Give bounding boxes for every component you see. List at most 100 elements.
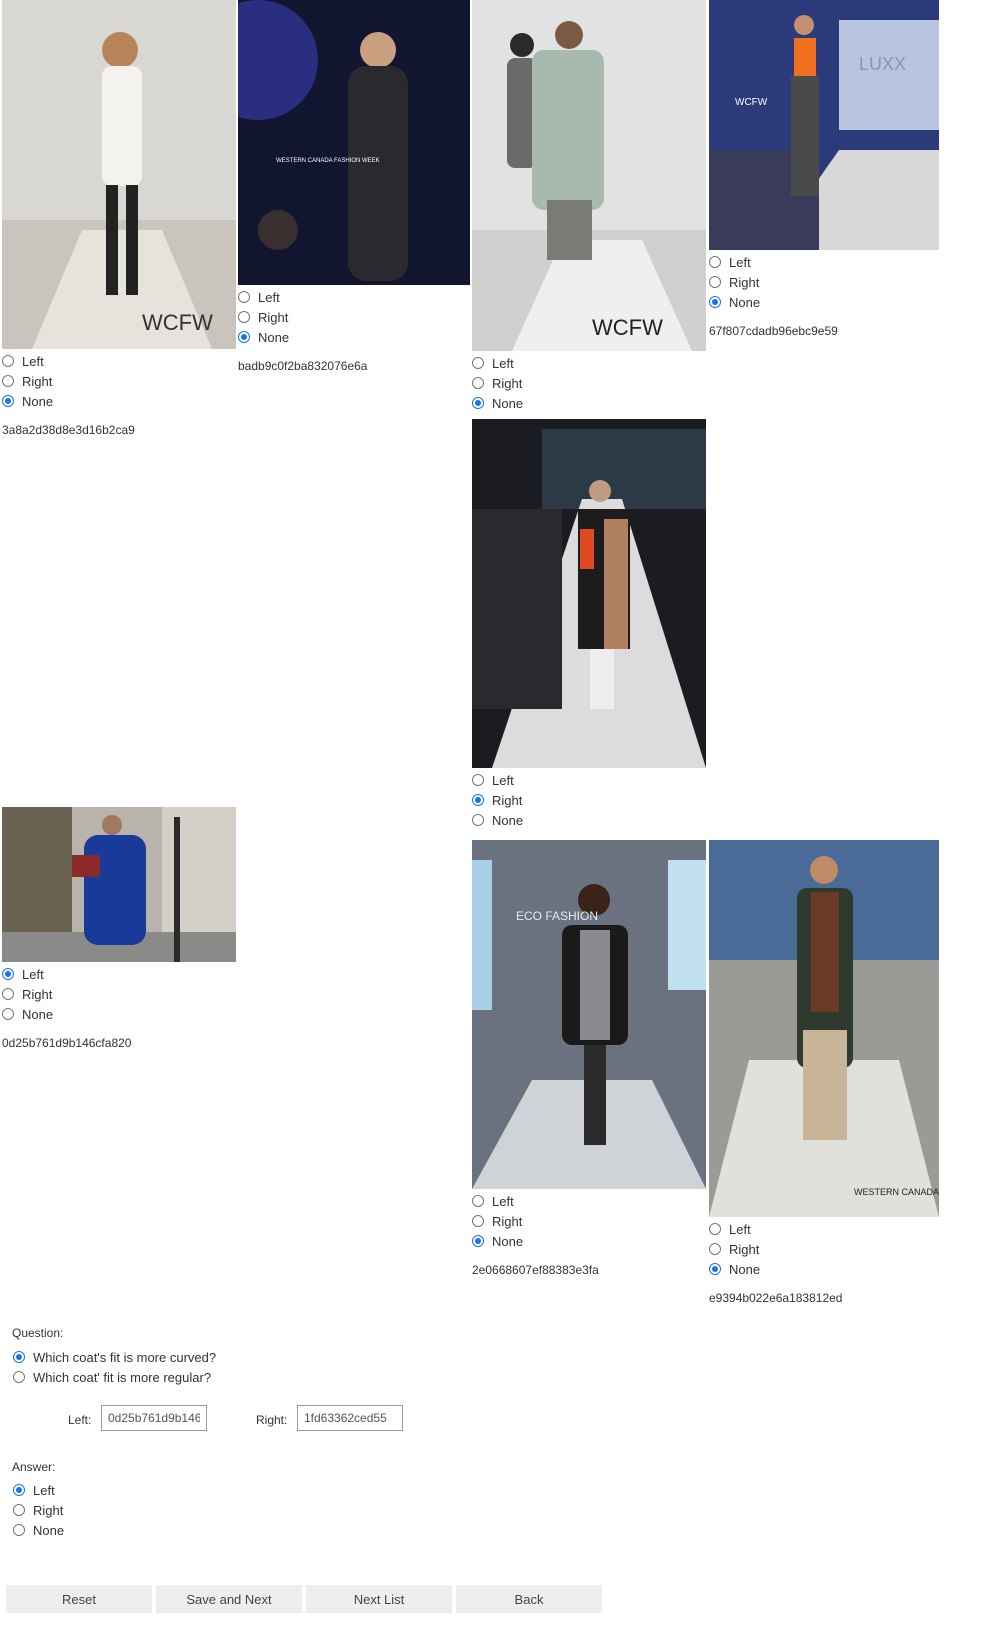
- watermark: LUXX: [859, 54, 906, 74]
- radio-option[interactable]: None: [709, 292, 939, 312]
- radio-none[interactable]: [709, 296, 721, 308]
- radio-option[interactable]: None: [238, 327, 470, 347]
- svg-text:WCFW: WCFW: [735, 97, 768, 108]
- next-list-button[interactable]: Next List: [306, 1585, 452, 1613]
- watermark: WESTERN CANADA FASHION WEEK: [276, 158, 380, 164]
- save-and-next-button[interactable]: Save and Next: [156, 1585, 302, 1613]
- choice-group: Left Right None: [709, 1219, 939, 1279]
- radio-right[interactable]: [472, 794, 484, 806]
- radio-option[interactable]: Left: [2, 964, 236, 984]
- reset-button[interactable]: Reset: [6, 1585, 152, 1613]
- radio-option[interactable]: Left: [472, 770, 706, 790]
- radio-option[interactable]: Right: [709, 1239, 939, 1259]
- radio-left[interactable]: [472, 774, 484, 786]
- choice-group: Left Right None: [472, 770, 706, 830]
- radio-option[interactable]: None: [472, 1231, 706, 1251]
- question-option[interactable]: Which coat's fit is more curved?: [13, 1347, 216, 1367]
- runway-photo: ECO FASHION: [472, 840, 706, 1189]
- radio-none[interactable]: [472, 1235, 484, 1247]
- radio-none[interactable]: [2, 1008, 14, 1020]
- choice-group: Left Right None: [2, 964, 236, 1024]
- image-id: e9394b022e6a183812ed: [709, 1291, 843, 1305]
- radio-option[interactable]: None: [472, 393, 706, 413]
- image-card: WCFW Left Right None: [472, 0, 706, 413]
- radio-none[interactable]: [472, 814, 484, 826]
- image-id: 0d25b761d9b146cfa820: [2, 1036, 132, 1050]
- answer-label: Answer:: [12, 1460, 56, 1474]
- radio-option[interactable]: Left: [709, 1219, 939, 1239]
- radio-right[interactable]: [472, 377, 484, 389]
- radio-option[interactable]: Right: [472, 373, 706, 393]
- radio-option[interactable]: None: [2, 1004, 236, 1024]
- runway-photo: [472, 419, 706, 768]
- image-card: Left Right None 0d25b761d9b146cfa820: [2, 807, 236, 1050]
- radio-none[interactable]: [2, 395, 14, 407]
- radio-option[interactable]: Right: [472, 790, 706, 810]
- radio-left[interactable]: [472, 357, 484, 369]
- radio-option[interactable]: Left: [2, 351, 236, 371]
- runway-photo: WCFW: [2, 0, 236, 349]
- radio-answer-none[interactable]: [13, 1524, 25, 1536]
- runway-photo: WCFW: [472, 0, 706, 351]
- radio-right[interactable]: [709, 276, 721, 288]
- radio-answer-left[interactable]: [13, 1484, 25, 1496]
- choice-group: Left Right None: [472, 353, 706, 413]
- radio-right[interactable]: [238, 311, 250, 323]
- radio-left[interactable]: [238, 291, 250, 303]
- radio-option[interactable]: Left: [709, 252, 939, 272]
- image-card: WESTERN CANADA FASHION WEEK Left Right N…: [238, 0, 470, 373]
- answer-option[interactable]: None: [13, 1520, 64, 1540]
- choice-group: Left Right None: [472, 1191, 706, 1251]
- right-id-input[interactable]: [297, 1405, 403, 1431]
- choice-group: Left Right None: [709, 252, 939, 312]
- image-card: WCFW Left Right None 3a8a2d38d8e3d16b2ca…: [2, 0, 236, 437]
- radio-option[interactable]: Right: [238, 307, 470, 327]
- radio-option[interactable]: Right: [709, 272, 939, 292]
- image-id: 3a8a2d38d8e3d16b2ca9: [2, 423, 135, 437]
- street-photo: [2, 807, 236, 962]
- radio-left[interactable]: [709, 1223, 721, 1235]
- right-field-label: Right:: [256, 1413, 288, 1427]
- radio-right[interactable]: [709, 1243, 721, 1255]
- answer-options: Left Right None: [13, 1480, 64, 1540]
- radio-left[interactable]: [472, 1195, 484, 1207]
- runway-photo: WESTERN CANADA FASHION WEEK: [238, 0, 470, 285]
- radio-option[interactable]: None: [709, 1259, 939, 1279]
- left-id-input[interactable]: [101, 1405, 207, 1431]
- radio-option[interactable]: None: [2, 391, 236, 411]
- radio-left[interactable]: [2, 968, 14, 980]
- question-option[interactable]: Which coat' fit is more regular?: [13, 1367, 216, 1387]
- runway-photo: WCFW LUXX: [709, 0, 939, 250]
- radio-option[interactable]: Right: [2, 371, 236, 391]
- question-label: Question:: [12, 1326, 64, 1340]
- radio-none[interactable]: [238, 331, 250, 343]
- radio-left[interactable]: [709, 256, 721, 268]
- radio-option[interactable]: Left: [472, 353, 706, 373]
- radio-question-curved[interactable]: [13, 1351, 25, 1363]
- radio-option[interactable]: Left: [238, 287, 470, 307]
- radio-question-regular[interactable]: [13, 1371, 25, 1383]
- radio-option[interactable]: Right: [2, 984, 236, 1004]
- radio-left[interactable]: [2, 355, 14, 367]
- left-field-label: Left:: [68, 1413, 92, 1427]
- answer-option[interactable]: Right: [13, 1500, 64, 1520]
- image-id: 67f807cdadb96ebc9e59: [709, 324, 838, 338]
- runway-photo: WESTERN CANADA FASHION WEEK: [709, 840, 939, 1217]
- image-card: Left Right None: [472, 419, 706, 830]
- radio-option[interactable]: Right: [472, 1211, 706, 1231]
- radio-right[interactable]: [2, 988, 14, 1000]
- radio-option[interactable]: None: [472, 810, 706, 830]
- choice-group: Left Right None: [2, 351, 236, 411]
- watermark: ECO FASHION: [516, 909, 598, 923]
- radio-right[interactable]: [2, 375, 14, 387]
- answer-option[interactable]: Left: [13, 1480, 64, 1500]
- radio-right[interactable]: [472, 1215, 484, 1227]
- radio-answer-right[interactable]: [13, 1504, 25, 1516]
- image-id: 2e0668607ef88383e3fa: [472, 1263, 599, 1277]
- radio-none[interactable]: [472, 397, 484, 409]
- question-options: Which coat's fit is more curved? Which c…: [13, 1347, 216, 1387]
- radio-option[interactable]: Left: [472, 1191, 706, 1211]
- radio-none[interactable]: [709, 1263, 721, 1275]
- back-button[interactable]: Back: [456, 1585, 602, 1613]
- image-card: WCFW LUXX Left Right None 67f807cdadb96e…: [709, 0, 939, 338]
